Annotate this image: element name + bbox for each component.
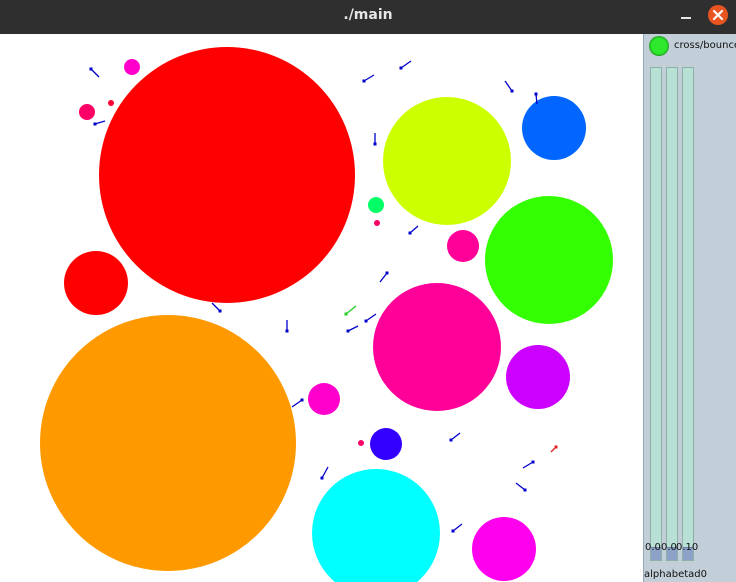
particle-dot [93,122,97,126]
control-panel: cross/bounce 0.0 0.0 0.10 alphabetad0 [643,34,736,582]
minimize-button[interactable] [676,5,696,25]
ball-green-large [485,196,613,324]
particle-dot [218,309,222,313]
particle-dot [364,319,368,323]
simulation-canvas[interactable] [0,34,643,582]
particle-dot [385,271,389,275]
particle-dot [344,312,348,316]
beta-slider[interactable] [666,67,678,561]
ball-purple [506,345,570,409]
beta-value: 0.0 [661,542,677,553]
d0-slider[interactable] [682,67,694,561]
particle-dot [408,231,412,235]
ball-dot-red-1 [108,100,114,106]
ball-pink-medium [447,230,479,262]
ball-dot-pink-1 [374,220,380,226]
app-window: ./main cross/bounce 0.0 0.0 0.10 alphabe… [0,0,736,582]
ball-orange-large [40,315,296,571]
ball-pink-small-1 [124,59,140,75]
slider-names-label: alphabetad0 [644,569,707,580]
particle-dot [89,67,93,71]
ball-magenta-bottom-right [472,517,536,581]
velocity-vector [321,466,329,479]
close-button[interactable] [708,5,728,25]
alpha-value: 0.0 [645,542,661,553]
ball-pink-small-2 [79,104,95,120]
close-icon [712,9,724,21]
particle-dot [523,488,527,492]
ball-indigo [370,428,402,460]
particle-dot [362,79,366,83]
ball-dot-pink-2 [358,440,364,446]
alpha-slider[interactable] [650,67,662,561]
particle-dot [300,398,304,402]
ball-red-small [64,251,128,315]
particle-dot [346,329,350,333]
simulation-scene [40,47,613,582]
ball-magenta-large [373,283,501,411]
minimize-icon [681,17,691,19]
particle-dot [451,529,455,533]
ball-yellow [383,97,511,225]
window-title: ./main [343,7,393,23]
ball-red-large [99,47,355,303]
ball-cyan [312,469,440,582]
particle-dot [531,460,535,464]
ball-blue [522,96,586,160]
particle-dot [534,92,538,96]
particle-dot [399,66,403,70]
cross-bounce-toggle[interactable] [649,36,669,56]
particle-dot [449,438,453,442]
particle-dot [510,89,514,93]
particle-dot [285,329,289,333]
cross-bounce-label: cross/bounce [674,40,736,51]
title-bar[interactable]: ./main [0,0,736,34]
particle-dot [554,445,558,449]
ball-green-small [368,197,384,213]
d0-value: 0.10 [676,542,699,553]
particle-dot [320,476,324,480]
ball-magenta-medium [308,383,340,415]
particle-dot [373,142,377,146]
